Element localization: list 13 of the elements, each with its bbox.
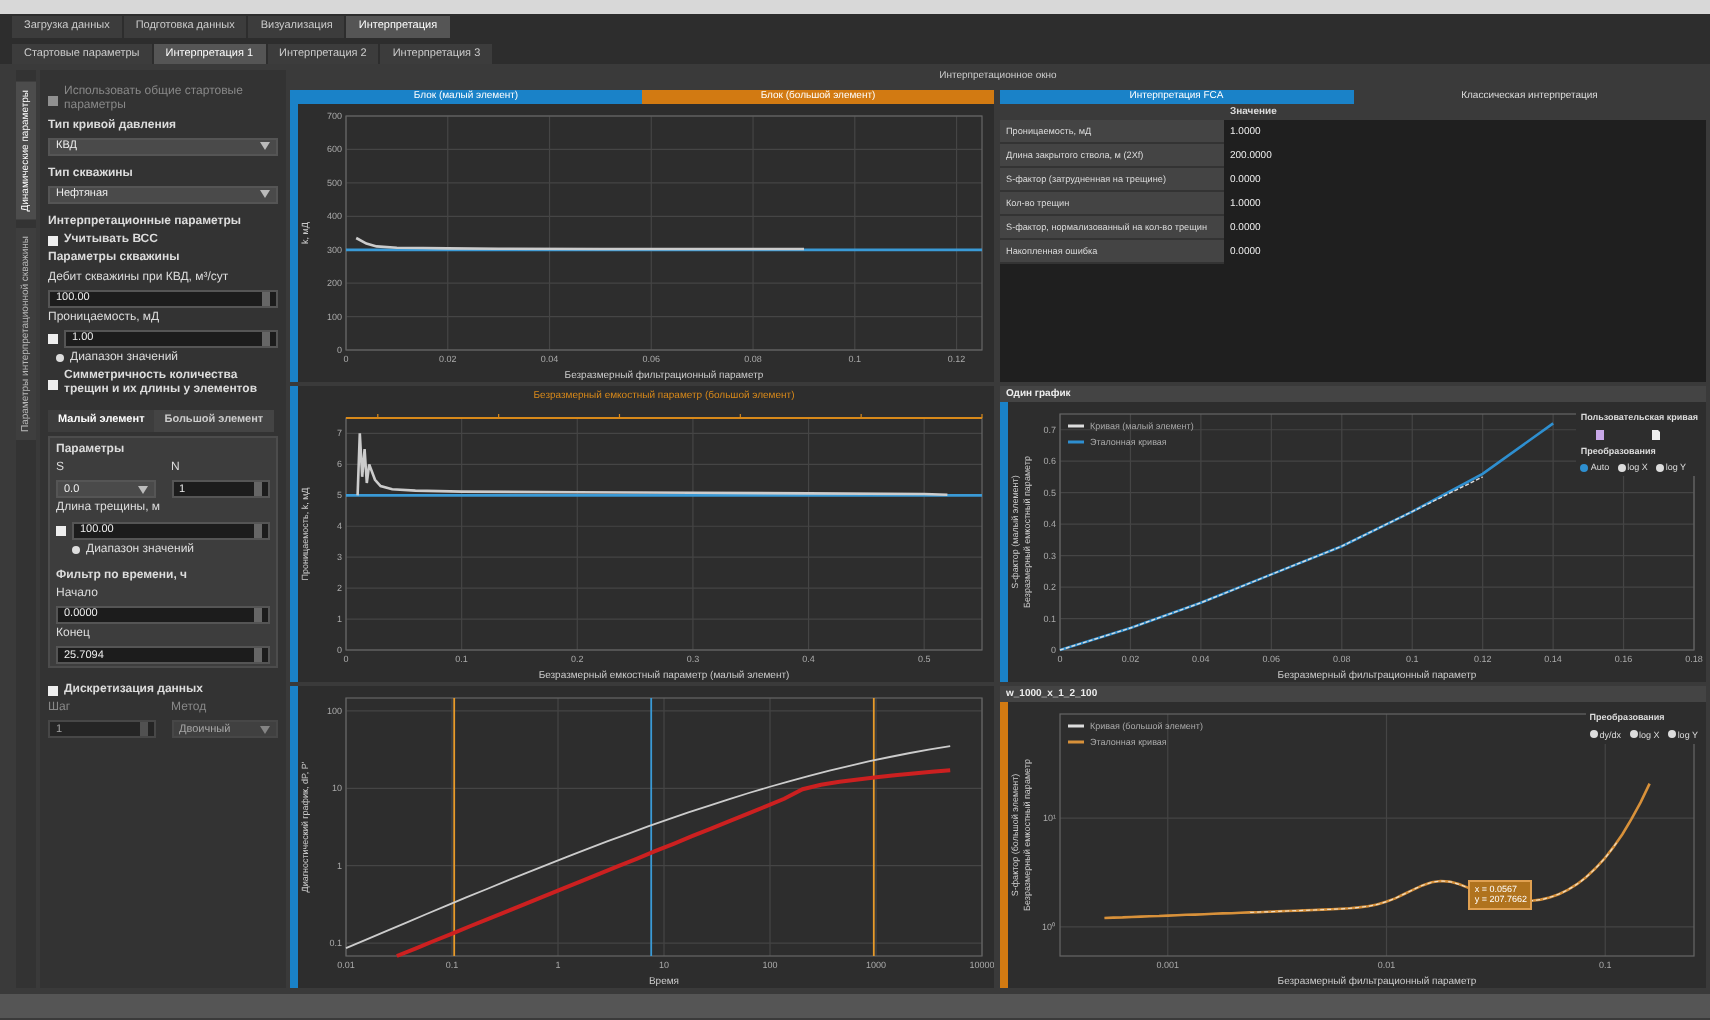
checkbox[interactable] — [48, 686, 58, 697]
bullet-icon — [56, 354, 64, 363]
file-icon[interactable] — [1652, 429, 1661, 440]
checkbox[interactable] — [48, 379, 58, 390]
caret-icon — [137, 485, 147, 494]
bullet-icon — [72, 546, 80, 555]
checkbox[interactable] — [48, 236, 58, 247]
caret-icon — [260, 142, 270, 151]
checkbox[interactable] — [56, 525, 66, 536]
save-icon[interactable] — [1596, 429, 1605, 440]
caret-icon — [260, 190, 270, 199]
caret-icon — [260, 725, 270, 734]
checkbox[interactable] — [48, 333, 58, 344]
